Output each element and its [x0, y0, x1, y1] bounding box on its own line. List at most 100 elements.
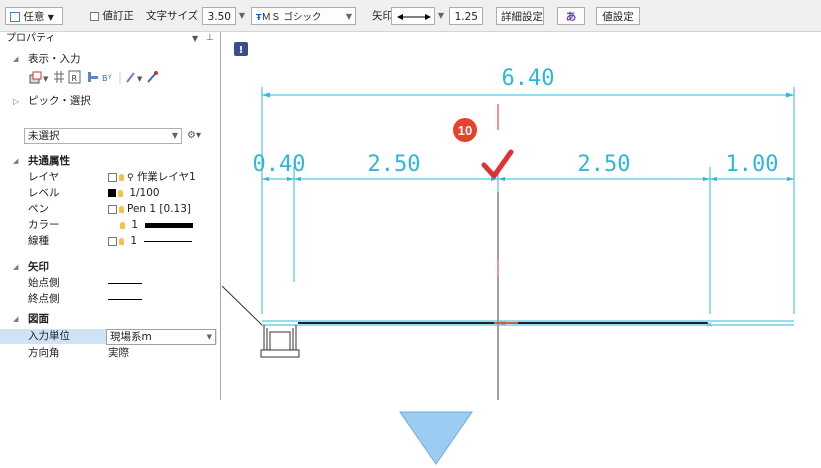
text-size-dropdown-icon[interactable]: ▼	[236, 7, 248, 25]
drawing-header-label: 図面	[28, 313, 49, 325]
arrow-style-dropdown-icon[interactable]: ▼	[435, 7, 447, 25]
arrow-start-row[interactable]: 始点側	[0, 276, 217, 291]
detail-settings-button[interactable]: 詳細設定	[496, 7, 544, 25]
display-input-label: 表示・入力	[28, 53, 81, 65]
search-icon: ⚲	[127, 173, 134, 183]
checkbox-icon	[90, 11, 99, 21]
color-row[interactable]: カラー 1	[0, 218, 217, 233]
svg-text:R: R	[72, 74, 78, 83]
toolbar: 任意 ▼ 値訂正 文字サイズ 3.50 ▼ ŦＭＳ ゴシック ▼ 矢印 ▼ 1.…	[0, 0, 821, 32]
text-size-input[interactable]: 3.50	[202, 7, 236, 25]
color-number: 1	[131, 219, 139, 231]
arrow-header[interactable]: ◢ 矢印	[0, 260, 217, 275]
arrow-end-row[interactable]: 終点側	[0, 292, 217, 307]
direction-row[interactable]: 方向角 実際	[0, 346, 217, 361]
level-key: レベル	[28, 187, 60, 199]
dim-arrow-left	[262, 92, 270, 98]
member-cross-mark-2: ×	[706, 320, 713, 329]
arrow-size-input[interactable]: 1.25	[449, 7, 483, 25]
input-unit-key: 入力単位	[28, 330, 70, 342]
snap-mode-icon	[10, 12, 20, 22]
pen-key: ペン	[28, 203, 49, 215]
layer-icon[interactable]	[29, 71, 42, 84]
chevron-down-icon: ▼	[171, 131, 178, 140]
value-settings-button[interactable]: 値設定	[596, 7, 640, 25]
pen-text: Pen 1 [0.13]	[127, 203, 191, 215]
align-icon[interactable]	[88, 72, 98, 82]
arrow-style-select[interactable]	[391, 7, 435, 25]
segment-label-2: 2.50	[368, 152, 421, 177]
svg-text:B: B	[102, 74, 108, 83]
color-value: 1	[108, 218, 194, 233]
step-badge-text: 10	[458, 123, 472, 138]
arrow-start-preview	[108, 276, 142, 291]
down-arrow-indicator	[399, 411, 473, 465]
pin-icon[interactable]: ⊥	[206, 32, 214, 45]
checkbox-icon	[108, 236, 117, 246]
down-arrow-icon	[399, 411, 473, 465]
color-swatch-bar	[145, 222, 194, 228]
panel-header: プロパティ ▼ ⊥	[0, 32, 220, 45]
selection-value: 未選択	[28, 130, 60, 142]
layer-name: 作業レイヤ1	[136, 171, 196, 183]
filter-settings-button[interactable]: ⚙▾	[187, 128, 211, 144]
text-style-icon: あ	[565, 11, 577, 23]
drawing-header[interactable]: ◢ 図面	[0, 312, 217, 327]
r-toggle-icon[interactable]: R	[68, 70, 81, 84]
check-icon	[481, 149, 514, 179]
chevron-down-icon: ▼	[47, 13, 54, 22]
support-bracket	[260, 325, 300, 358]
layer-key: レイヤ	[28, 171, 60, 183]
common-attributes-header[interactable]: ◢ 共通属性	[0, 154, 217, 169]
layer-row[interactable]: レイヤ ⚲ 作業レイヤ1	[0, 170, 217, 185]
level-text: 1/100	[129, 187, 160, 199]
arrow-start-key: 始点側	[28, 277, 60, 289]
font-name: ＭＳ ゴシック	[261, 12, 322, 23]
bulb-icon	[119, 173, 124, 181]
property-panel: プロパティ ▼ ⊥ ◢ 表示・入力 ▼ R BY ▼ ▷ ピック・選択 未選択 …	[0, 32, 221, 400]
value-correction-checkbox[interactable]: 値訂正	[90, 7, 134, 25]
dimension-text-icon[interactable]: BY	[102, 74, 112, 83]
tool-icons: ▼ R BY ▼	[29, 70, 158, 84]
text-size-label: 文字サイズ	[146, 10, 199, 22]
bulb-icon	[119, 205, 124, 213]
mode-label: 任意	[23, 11, 45, 23]
mode-dropdown[interactable]: 任意 ▼	[5, 7, 63, 25]
info-badge[interactable]: !	[234, 42, 248, 56]
selection-dropdown[interactable]: 未選択 ▼	[24, 128, 182, 144]
line-preview	[108, 298, 142, 300]
member-cross-mark: ×	[500, 319, 507, 328]
bulb-icon	[120, 221, 125, 229]
segment-label-1: 0.40	[253, 152, 306, 177]
text-style-button[interactable]: あ	[557, 7, 585, 25]
eyedropper-icon[interactable]	[147, 71, 158, 83]
pen-row[interactable]: ペン Pen 1 [0.13]	[0, 202, 217, 217]
display-input-section[interactable]: ◢ 表示・入力	[0, 52, 217, 67]
pick-select-label: ピック・選択	[28, 95, 91, 107]
segment-label-4: 1.00	[726, 152, 779, 177]
linetype-key: 線種	[28, 235, 49, 247]
input-unit-value: 現場系m	[110, 331, 152, 343]
line-preview	[108, 282, 142, 284]
chevron-down-icon: ▼	[206, 333, 212, 341]
collapse-icon: ◢	[13, 263, 19, 271]
brush-icon[interactable]	[126, 72, 135, 83]
arrow-header-label: 矢印	[28, 261, 49, 273]
bulb-icon	[119, 237, 124, 245]
level-value: 1/100	[108, 186, 160, 201]
level-row[interactable]: レベル 1/100	[0, 186, 217, 201]
linetype-row[interactable]: 線種 1	[0, 234, 217, 249]
filter-settings-icon: ⚙▾	[187, 130, 201, 141]
linetype-value: 1	[108, 234, 193, 249]
grid-icon[interactable]	[54, 71, 64, 83]
input-unit-dropdown[interactable]: 現場系m ▼	[106, 329, 216, 345]
pick-select-section[interactable]: ▷ ピック・選択	[0, 94, 217, 109]
panel-menu-icon[interactable]: ▼	[192, 32, 198, 45]
dropdown-icon: ▼	[137, 75, 143, 83]
drawing-canvas[interactable]: ! 6.40 0.40 2.50 2.50 1.00 10 × ×	[222, 32, 821, 400]
step-badge: 10	[453, 118, 477, 142]
bulb-icon	[118, 189, 123, 197]
arrow-end-preview	[108, 292, 142, 307]
checkbox-icon	[108, 204, 117, 214]
font-select[interactable]: ŦＭＳ ゴシック ▼	[251, 7, 356, 25]
